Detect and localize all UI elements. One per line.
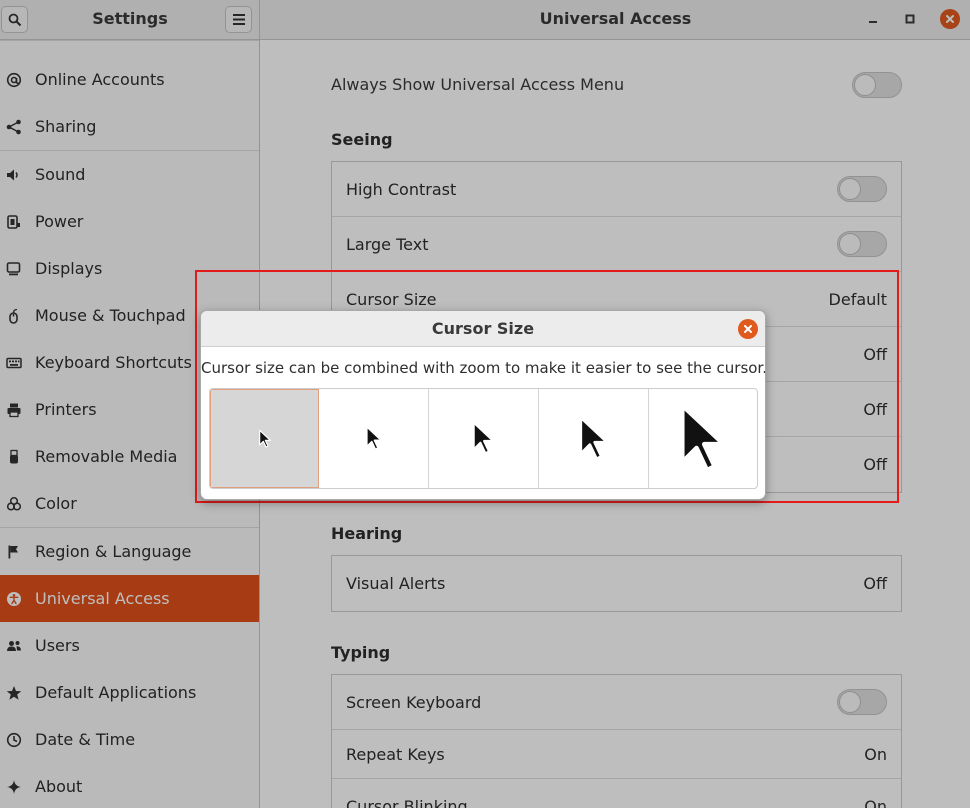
dialog-description: Cursor size can be combined with zoom to… — [201, 359, 766, 377]
dialog-header: Cursor Size — [201, 311, 765, 347]
dialog-close-button[interactable] — [738, 319, 758, 339]
cursor-size-option-1[interactable] — [210, 389, 319, 488]
cursor-arrow-icon — [472, 421, 495, 455]
close-icon — [744, 325, 752, 333]
cursor-arrow-icon — [679, 402, 727, 473]
cursor-size-option-3[interactable] — [429, 389, 539, 488]
cursor-size-options — [209, 388, 758, 489]
cursor-size-option-4[interactable] — [539, 389, 649, 488]
cursor-size-dialog: Cursor Size Cursor size can be combined … — [200, 310, 766, 500]
dialog-title: Cursor Size — [431, 319, 535, 338]
cursor-size-option-5[interactable] — [649, 389, 757, 488]
cursor-arrow-icon — [365, 425, 382, 451]
cursor-size-option-2[interactable] — [319, 389, 429, 488]
cursor-arrow-icon — [578, 415, 609, 460]
cursor-arrow-icon — [258, 429, 271, 448]
